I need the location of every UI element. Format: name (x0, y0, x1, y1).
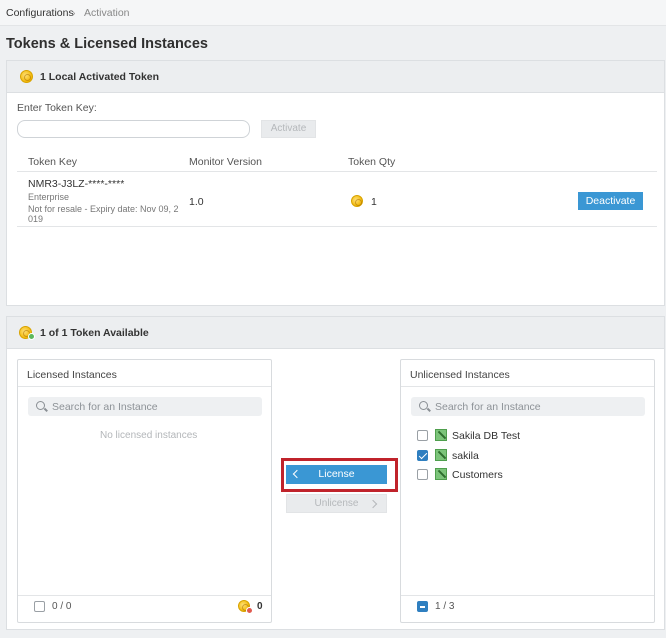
column-monitor-version: Monitor Version (189, 156, 262, 168)
breadcrumb-activation: Activation (84, 7, 130, 19)
search-icon (36, 401, 45, 410)
column-token-qty: Token Qty (348, 156, 396, 168)
unlicensed-instances-title: Unlicensed Instances (410, 369, 510, 381)
activate-button-label: Activate (270, 123, 307, 134)
available-panel-title: 1 of 1 Token Available (40, 327, 149, 339)
licensed-footer-count: 0 / 0 (52, 601, 72, 612)
license-button-highlight (281, 458, 398, 492)
instance-checkbox[interactable] (417, 450, 428, 461)
database-icon (435, 449, 447, 461)
token-qty-coin-icon (351, 195, 363, 207)
token-key-value: NMR3-J3LZ-****-**** (28, 178, 125, 190)
token-edition: Enterprise (28, 192, 70, 202)
tokens-panel: 1 Local Activated Token Enter Token Key:… (6, 60, 665, 306)
tokens-left-count: 0 (257, 601, 263, 612)
instance-checkbox[interactable] (417, 469, 428, 480)
unlicensed-instances-panel: Unlicensed Instances Search for an Insta… (400, 359, 655, 623)
token-qty: 1 (371, 196, 377, 208)
unlicensed-search-input[interactable]: Search for an Instance (411, 397, 645, 416)
breadcrumb-separator: › (72, 7, 76, 19)
unlicensed-footer-count: 1 / 3 (435, 601, 455, 612)
licensed-empty-text: No licensed instances (100, 430, 198, 441)
unlicensed-select-all-checkbox[interactable] (417, 601, 428, 612)
instance-name: Sakila DB Test (452, 430, 521, 442)
tokens-panel-header: 1 Local Activated Token (7, 61, 664, 93)
column-token-key: Token Key (28, 156, 78, 168)
unlicensed-header-divider (401, 386, 654, 387)
search-icon (419, 401, 428, 410)
licensed-footer-divider (18, 595, 271, 596)
licensed-select-all-checkbox[interactable] (34, 601, 45, 612)
unlicensed-footer-divider (401, 595, 654, 596)
token-coin-icon (20, 70, 33, 83)
instance-name: sakila (452, 450, 479, 462)
licensed-instances-panel: Licensed Instances Search for an Instanc… (17, 359, 272, 623)
database-icon (435, 429, 447, 441)
table-header-divider (17, 171, 657, 172)
chevron-right-icon (368, 499, 378, 509)
deactivate-button[interactable]: Deactivate (578, 192, 643, 210)
breadcrumb-configurations[interactable]: Configurations (6, 7, 74, 19)
instance-checkbox[interactable] (417, 430, 428, 441)
licensed-search-input[interactable]: Search for an Instance (28, 397, 262, 416)
licensed-search-placeholder: Search for an Instance (52, 401, 158, 413)
licensed-header-divider (18, 386, 271, 387)
instance-name: Customers (452, 469, 503, 481)
activate-button[interactable]: Activate (261, 120, 316, 138)
page-title: Tokens & Licensed Instances (6, 36, 208, 52)
deactivate-button-label: Deactivate (585, 195, 636, 207)
token-version: 1.0 (189, 196, 204, 208)
tokens-left-minus-icon (246, 607, 253, 614)
tokens-panel-title: 1 Local Activated Token (40, 71, 160, 83)
breadcrumb-bar: Configurations › Activation (0, 0, 666, 26)
token-key-input[interactable] (17, 120, 250, 138)
token-key-label: Enter Token Key: (17, 102, 97, 114)
available-panel-header: 1 of 1 Token Available (7, 317, 664, 349)
licensed-instances-title: Licensed Instances (27, 369, 117, 381)
table-row-divider (17, 226, 657, 227)
unlicensed-search-placeholder: Search for an Instance (435, 401, 541, 413)
database-icon (435, 468, 447, 480)
unlicense-button-label: Unlicense (314, 498, 359, 509)
available-check-icon (28, 333, 35, 340)
token-note-line1: Not for resale - Expiry date: Nov 09, 2 (28, 204, 179, 214)
token-note-line2: 019 (28, 214, 44, 224)
unlicense-button[interactable]: Unlicense (286, 494, 387, 513)
